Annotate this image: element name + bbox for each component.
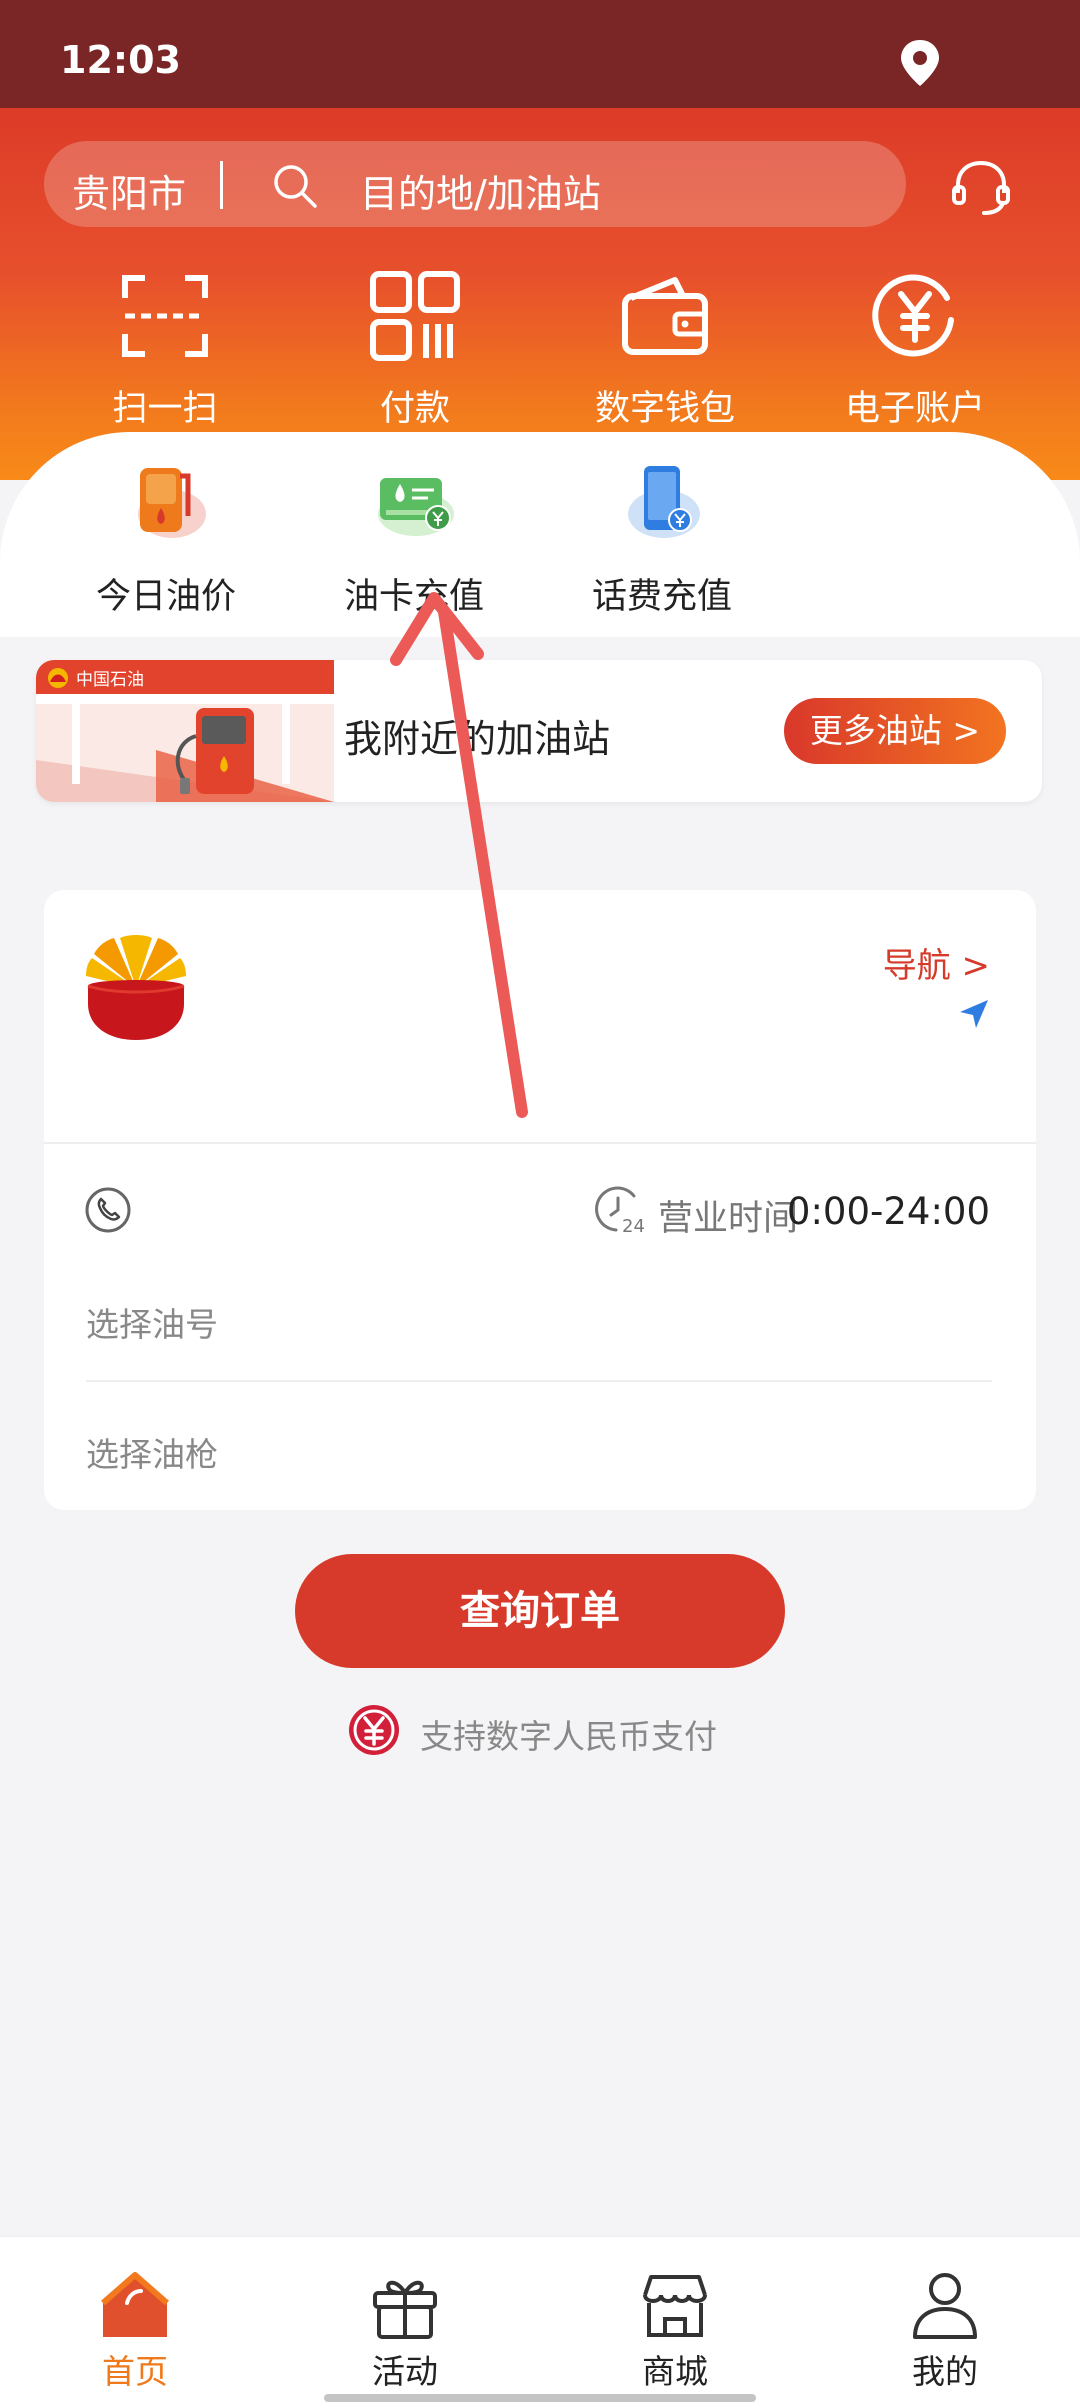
quick-label: 扫一扫 xyxy=(112,389,218,429)
query-order-button[interactable]: 查询订单 xyxy=(295,1554,785,1668)
store-icon xyxy=(643,2275,707,2337)
wallet-icon xyxy=(622,277,708,355)
sub-phone-recharge[interactable]: 话费充值 xyxy=(542,456,782,619)
phone-icon[interactable] xyxy=(84,1186,132,1234)
nearby-stations-banner[interactable]: 中国石油 我附近的加油站 更多油站 > xyxy=(36,660,1042,802)
sub-label: 今日油价 xyxy=(95,577,236,617)
quick-label: 数字钱包 xyxy=(594,389,735,429)
gift-icon xyxy=(373,2280,437,2339)
tab-label: 首页 xyxy=(102,2352,168,2391)
more-stations-button[interactable]: 更多油站 > xyxy=(784,698,1006,764)
navigate-link[interactable]: 导航 > xyxy=(883,938,990,987)
quick-scan[interactable]: 扫一扫 xyxy=(40,268,290,438)
search-input[interactable]: 目的地/加油站 xyxy=(360,163,601,218)
fuel-card-recharge-icon xyxy=(378,478,454,536)
tab-label: 商城 xyxy=(642,2352,708,2391)
tab-home[interactable]: 首页 xyxy=(0,2267,270,2393)
qr-pay-icon xyxy=(370,271,460,361)
sub-actions-panel: 今日油价 油卡充值 话费充值 xyxy=(0,432,1080,637)
business-hours-label: 营业时间 xyxy=(658,1199,799,1239)
nearby-title: 我附近的加油站 xyxy=(344,717,611,761)
petrochina-logo-icon xyxy=(86,935,186,1040)
customer-service-icon[interactable] xyxy=(948,155,1014,221)
tab-label: 我的 xyxy=(912,2352,978,2391)
home-indicator[interactable] xyxy=(324,2394,756,2402)
select-fuel-number[interactable]: 选择油号 xyxy=(86,1298,218,1346)
station-card: 导航 > 24 营业时间 0:00-24:00 选择油号 选择油枪 xyxy=(44,890,1036,1510)
tab-label: 活动 xyxy=(372,2352,438,2391)
quick-wallet[interactable]: 数字钱包 xyxy=(540,268,790,438)
quick-label: 电子账户 xyxy=(844,389,985,429)
header: 贵阳市 目的地/加油站 扫一扫 付款 数字钱包 电子账户 xyxy=(0,108,1080,480)
tab-mine[interactable]: 我的 xyxy=(810,2267,1080,2393)
business-hours-value: 0:00-24:00 xyxy=(786,1190,990,1233)
location-pin-icon xyxy=(901,40,939,86)
digital-rmb-icon xyxy=(349,1705,399,1755)
divider xyxy=(86,1380,992,1382)
scan-icon xyxy=(122,275,208,357)
sub-label: 话费充值 xyxy=(591,577,732,617)
search-icon xyxy=(274,165,317,208)
navigation-arrow-icon[interactable] xyxy=(958,998,990,1030)
tab-activity[interactable]: 活动 xyxy=(270,2267,540,2393)
home-icon xyxy=(101,2272,169,2337)
bottom-tab-bar: 首页 活动 商城 我的 xyxy=(0,2236,1080,2408)
quick-e-account[interactable]: 电子账户 xyxy=(790,268,1040,438)
divider xyxy=(44,1142,1036,1144)
city-selector[interactable]: 贵阳市 xyxy=(72,163,186,218)
status-bar: 12:03 xyxy=(0,0,1080,108)
select-fuel-gun[interactable]: 选择油枪 xyxy=(86,1428,218,1476)
sub-fuel-card-recharge[interactable]: 油卡充值 xyxy=(294,456,534,619)
quick-label: 付款 xyxy=(379,389,450,429)
sub-fuel-price[interactable]: 今日油价 xyxy=(46,456,286,619)
search-divider xyxy=(220,161,223,209)
gas-station-illustration: 中国石油 xyxy=(36,660,334,802)
yuan-coin-icon xyxy=(872,274,954,357)
phone-recharge-icon xyxy=(628,466,700,538)
digital-rmb-text: 支持数字人民币支付 xyxy=(420,1717,717,1756)
sub-label: 油卡充值 xyxy=(343,577,484,617)
user-icon xyxy=(913,2273,977,2339)
fuel-price-icon xyxy=(138,468,206,538)
brand-label: 中国石油 xyxy=(76,670,144,690)
status-time: 12:03 xyxy=(60,38,181,82)
quick-pay[interactable]: 付款 xyxy=(290,268,540,438)
svg-text:24: 24 xyxy=(622,1216,645,1236)
tab-store[interactable]: 商城 xyxy=(540,2267,810,2393)
clock-24h-icon: 24 xyxy=(595,1186,645,1236)
search-bar[interactable]: 贵阳市 目的地/加油站 xyxy=(44,141,906,227)
